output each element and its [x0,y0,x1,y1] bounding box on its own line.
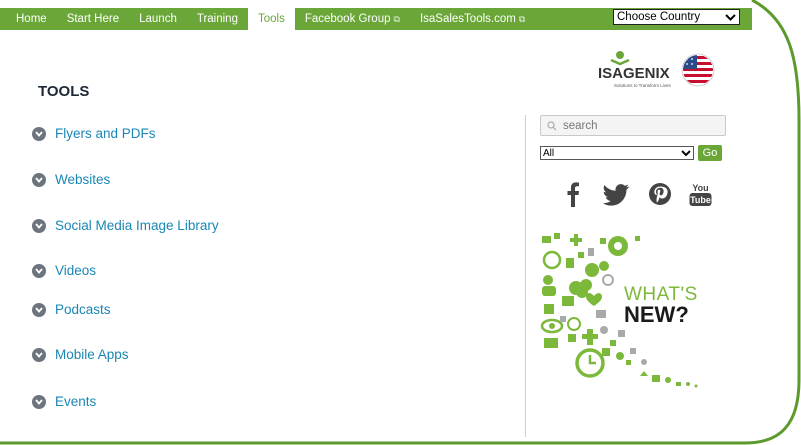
country-select[interactable]: Choose Country [613,9,740,25]
tool-flyers-and-pdfs[interactable]: Flyers and PDFs [32,126,156,141]
svg-text:Tube: Tube [690,195,711,205]
tool-label: Videos [55,263,97,278]
tool-websites[interactable]: Websites [32,172,110,187]
category-filter-select[interactable]: All [540,146,694,160]
country-select-value: Choose Country [617,11,701,23]
isagenix-logo: ISAGENIX Solutions to Transform Lives [598,51,715,88]
chevron-down-icon [32,218,46,233]
external-link-icon: ⧉ [518,14,526,24]
facebook-icon[interactable] [566,180,580,208]
youtube-icon[interactable]: You Tube [688,180,713,208]
nav-facebook-group-label: Facebook Group [304,13,391,25]
chevron-down-icon [32,126,46,141]
nav-launch[interactable]: Launch [129,8,187,30]
chevron-down-icon [32,172,46,187]
chevron-down-icon [725,10,736,29]
tool-label: Social Media Image Library [55,218,219,233]
tool-label: Websites [55,172,111,187]
svg-text:You: You [692,183,708,193]
tool-events[interactable]: Events [32,394,96,409]
pinterest-icon[interactable] [648,180,672,208]
nav-training[interactable]: Training [187,8,248,30]
whats-new-line2: NEW? [624,302,689,327]
nav-tools[interactable]: Tools [247,8,295,30]
whats-new-banner[interactable]: WHAT'S NEW? [540,230,715,395]
tool-label: Flyers and PDFs [55,126,156,141]
search-input[interactable]: search [540,115,726,136]
tool-mobile-apps[interactable]: Mobile Apps [32,347,129,362]
page-title: TOOLS [38,83,90,100]
tool-label: Mobile Apps [55,347,129,362]
tool-label: Events [55,394,97,409]
chevron-down-icon [32,263,46,278]
chevron-down-icon [32,394,46,409]
svg-text:Solutions to Transform Lives: Solutions to Transform Lives [614,83,672,88]
nav-facebook-group[interactable]: Facebook Group ⧉ [295,8,410,30]
svg-text:ISAGENIX: ISAGENIX [598,65,670,82]
external-link-icon: ⧉ [393,14,400,24]
chevron-down-icon [681,146,691,164]
tool-podcasts[interactable]: Podcasts [32,302,111,317]
chevron-down-icon [32,347,46,362]
nav-start-here[interactable]: Start Here [57,8,129,30]
tool-label: Podcasts [55,302,111,317]
nav-isasalestools-label: IsaSalesTools.com [419,13,516,25]
tool-videos[interactable]: Videos [32,263,96,278]
twitter-icon[interactable] [601,180,631,208]
tool-social-media-image-library[interactable]: Social Media Image Library [32,218,219,233]
search-placeholder: search [563,119,598,132]
chevron-down-icon [32,302,46,317]
sidebar-divider [525,115,526,437]
search-icon [547,120,557,130]
nav-home[interactable]: Home [0,8,57,30]
nav-isasalestools[interactable]: IsaSalesTools.com ⧉ [410,8,535,30]
go-button[interactable]: Go [698,145,722,161]
category-filter-value: All [543,147,555,159]
